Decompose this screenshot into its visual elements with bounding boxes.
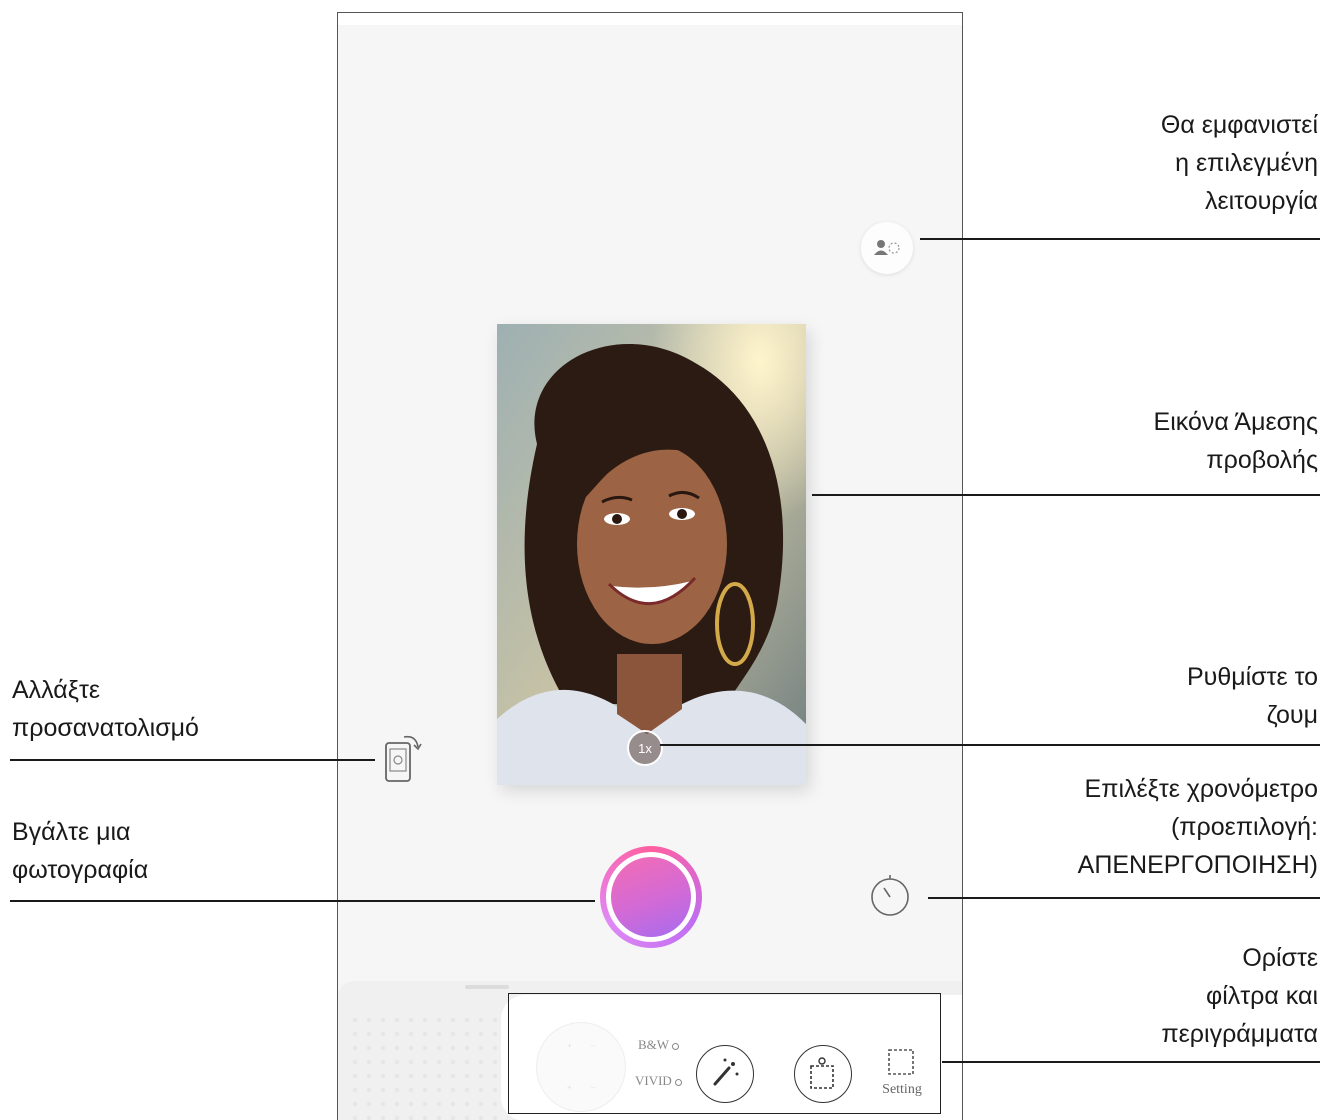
portrait-photo xyxy=(497,324,806,785)
annotation-take-photo: Βγάλτε μια φωτογραφία xyxy=(12,818,149,884)
timer-leader-line xyxy=(928,897,1320,899)
person-sparkle-icon xyxy=(874,240,900,255)
annotation-mode-display: Θα εμφανιστεί η επιλεγμένη λειτουργία xyxy=(1160,111,1318,215)
camera-screen: 1x + – + – B&W VIVID Setting xyxy=(337,12,963,1120)
liveview-leader-line xyxy=(812,494,1320,496)
orientation-leader-line xyxy=(10,759,375,761)
annotation-zoom: Ρυθμίστε το ζουμ xyxy=(1186,663,1318,729)
zoom-label: 1x xyxy=(638,740,652,756)
annotation-orientation: Αλλάξτε προσανατολισμό xyxy=(12,676,199,742)
rotate-orientation-icon xyxy=(385,735,422,782)
annotation-live-view: Εικόνα Άμεσης προβολής xyxy=(1153,408,1318,474)
photo-leader-line xyxy=(10,900,595,902)
timer-icon xyxy=(871,875,909,916)
tray-handle[interactable] xyxy=(465,985,509,989)
tray-pattern xyxy=(348,1013,508,1120)
filters-callout-box xyxy=(508,993,941,1114)
filters-leader-line xyxy=(942,1061,1320,1063)
annotation-filters: Ορίστε φίλτρα και περιγράμματα xyxy=(1161,944,1318,1048)
shutter-button[interactable] xyxy=(600,846,702,948)
status-bar-area xyxy=(338,13,962,25)
live-view-image xyxy=(497,324,806,785)
mode-indicator-button[interactable] xyxy=(861,222,913,274)
zoom-button[interactable]: 1x xyxy=(627,730,663,766)
rotate-orientation-button[interactable] xyxy=(382,729,426,789)
mode-leader-line xyxy=(920,238,1320,240)
annotation-timer: Επιλέξτε χρονόμετρο (προεπιλογή: ΑΠΕΝΕΡΓ… xyxy=(1077,775,1318,879)
zoom-leader-line xyxy=(660,744,1320,746)
timer-button[interactable] xyxy=(864,869,916,921)
